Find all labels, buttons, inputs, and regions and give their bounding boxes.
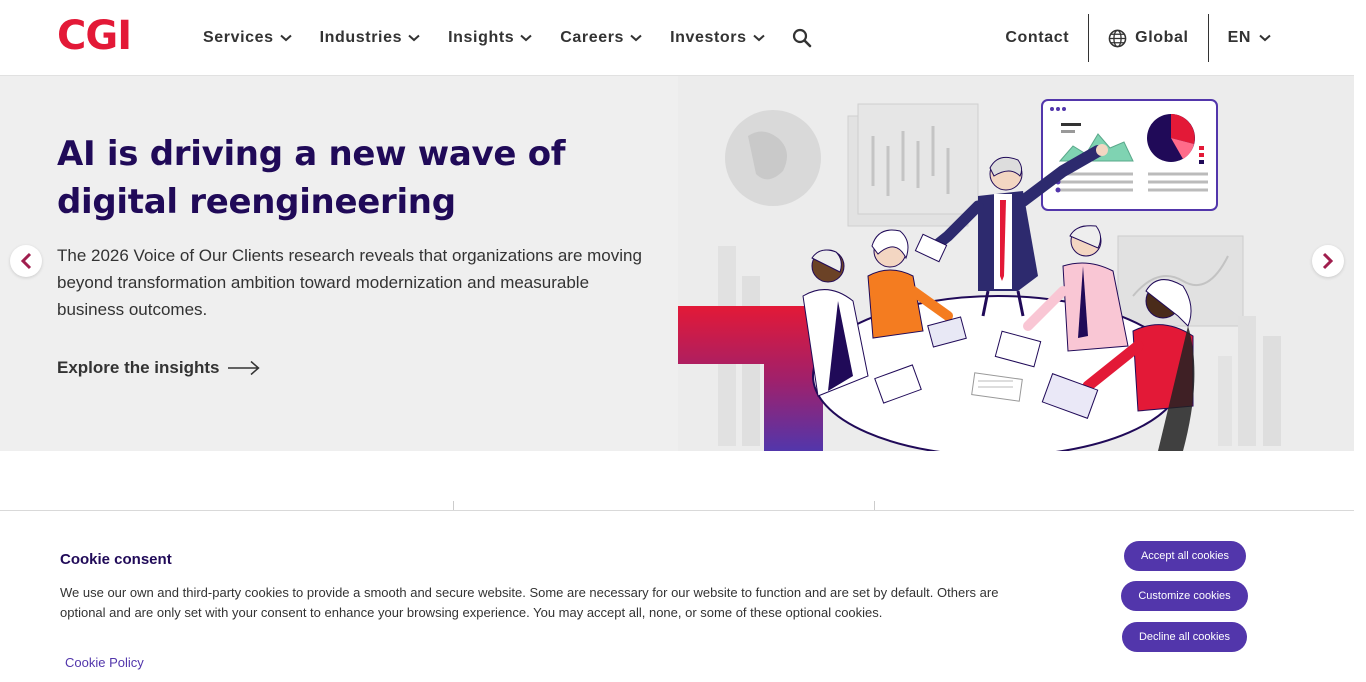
search-icon [792,28,811,48]
customize-cookies-button[interactable]: Customize cookies [1121,581,1248,611]
main-nav: Services Industries Insights Careers Inv… [203,0,813,76]
language-selector[interactable]: EN [1207,14,1290,62]
logo-text: CGI [57,13,132,59]
explore-insights-link[interactable]: Explore the insights [57,358,261,378]
nav-insights[interactable]: Insights [448,29,532,47]
content-strip [0,451,1354,511]
chevron-down-icon [630,34,642,42]
cookie-title: Cookie consent [60,551,172,568]
utility-nav: Contact Global EN [986,14,1290,62]
nav-services[interactable]: Services [203,29,292,47]
hero-illustration [678,76,1354,451]
hero-title: AI is driving a new wave of digital reen… [57,134,566,222]
nav-investors[interactable]: Investors [670,29,765,47]
hero-description: The 2026 Voice of Our Clients research r… [57,246,642,319]
hero-carousel: AI is driving a new wave of digital reen… [0,76,1354,451]
nav-insights-label: Insights [448,29,515,46]
nav-investors-label: Investors [670,29,747,46]
decline-all-cookies-button[interactable]: Decline all cookies [1122,622,1247,652]
chevron-left-icon [20,252,32,270]
chevron-right-icon [1322,252,1334,270]
chevron-down-icon [408,34,420,42]
search-button[interactable] [791,27,813,49]
cgi-logo[interactable]: CGI [57,13,132,59]
nav-careers[interactable]: Careers [560,29,642,47]
chevron-down-icon [279,34,292,42]
cookie-policy-link[interactable]: Cookie Policy [65,655,144,670]
chevron-down-icon [1259,34,1271,42]
nav-services-label: Services [203,29,274,46]
chevron-down-icon [752,34,765,42]
site-header: CGI Services Industries Insights Careers… [0,0,1354,76]
cookie-consent-banner: Cookie consent We use our own and third-… [0,510,1354,682]
carousel-prev-button[interactable] [10,245,42,277]
cookie-description: We use our own and third-party cookies t… [60,585,999,620]
nav-careers-label: Careers [560,29,625,46]
explore-insights-label: Explore the insights [57,358,220,377]
nav-industries[interactable]: Industries [320,29,420,47]
nav-industries-label: Industries [319,29,403,46]
contact-link[interactable]: Contact [986,14,1088,62]
hero-text-block: AI is driving a new wave of digital reen… [57,130,657,323]
contact-label: Contact [1005,29,1070,46]
region-selector[interactable]: Global [1088,14,1207,62]
carousel-next-button[interactable] [1312,245,1344,277]
language-label: EN [1227,29,1251,46]
chevron-down-icon [520,34,532,42]
accept-all-cookies-button[interactable]: Accept all cookies [1124,541,1246,571]
arrow-right-icon [228,360,261,376]
region-label: Global [1135,29,1189,46]
globe-icon [1108,29,1127,47]
